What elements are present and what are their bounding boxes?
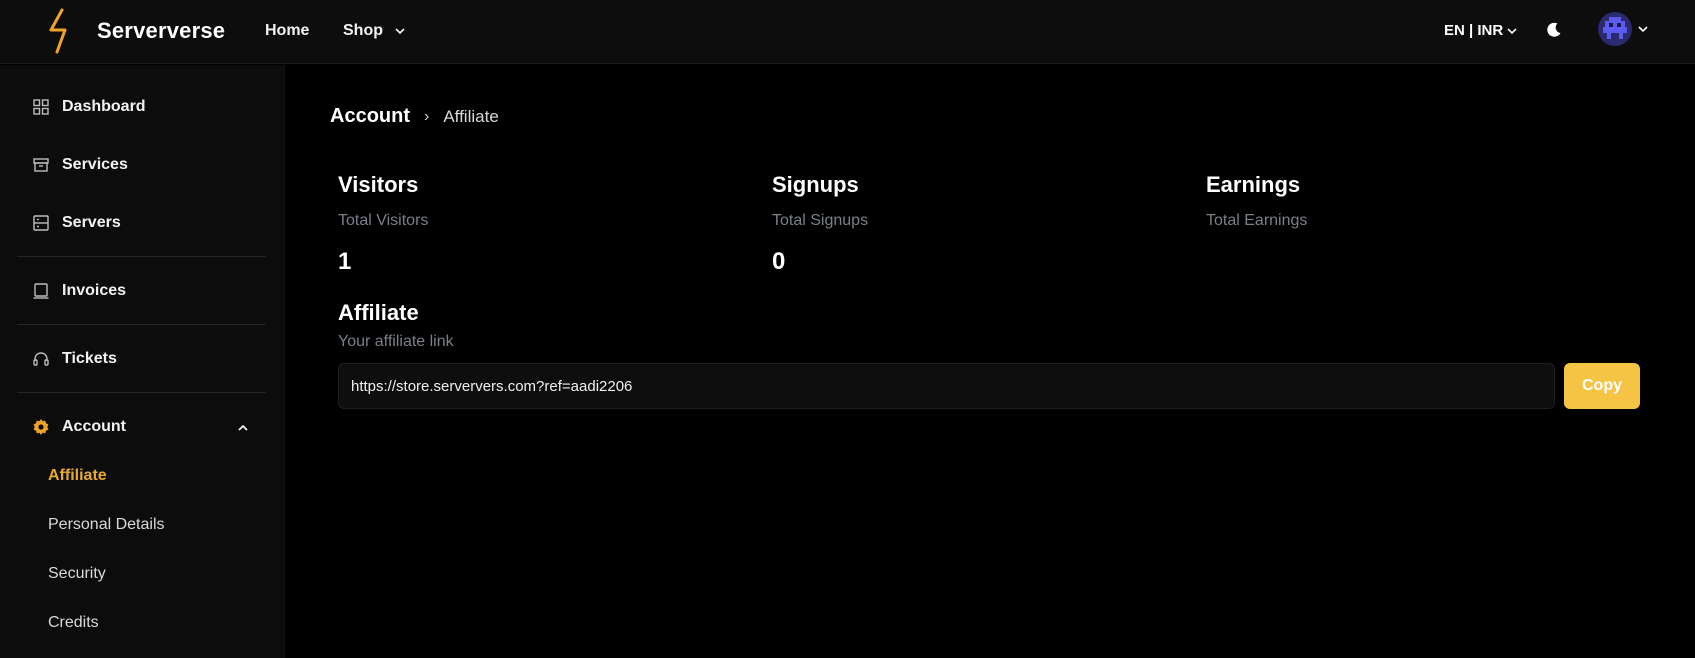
sidebar-divider [17,324,266,325]
pixel-avatar-icon [1603,17,1627,39]
invoice-icon [33,283,49,299]
sidebar-item-invoices[interactable]: Invoices [32,282,126,300]
stat-visitors: Visitors Total Visitors 1 [338,172,738,276]
gear-icon [33,419,49,435]
sidebar-item-label: Services [62,156,128,173]
sidebar: Dashboard Services Servers Invoices Tick… [0,65,285,658]
sidebar-item-label: Account [62,418,126,435]
copy-button[interactable]: Copy [1564,363,1640,409]
sidebar-item-tickets[interactable]: Tickets [32,350,117,368]
sidebar-divider [17,392,266,393]
nav-shop-label: Shop [343,22,383,39]
nav-home-link[interactable]: Home [265,22,309,40]
breadcrumb-account[interactable]: Account [330,105,410,128]
stat-signups: Signups Total Signups 0 [772,172,1172,276]
sidebar-subitem-personal-details[interactable]: Personal Details [48,516,165,534]
stat-subtitle: Total Visitors [338,212,429,229]
sidebar-subitem-affiliate[interactable]: Affiliate [48,467,107,485]
stat-title: Visitors [338,172,419,197]
chevron-up-icon[interactable] [237,422,249,434]
affiliate-title: Affiliate [338,300,419,325]
sidebar-item-account[interactable]: Account [32,418,126,436]
sidebar-item-services[interactable]: Services [32,156,128,174]
sidebar-item-label: Tickets [62,350,117,367]
sidebar-item-label: Dashboard [62,98,146,115]
stat-earnings: Earnings Total Earnings [1206,172,1606,276]
chevron-down-icon [395,28,405,35]
breadcrumb-current: Affiliate [443,106,499,126]
chevron-down-icon [1638,26,1648,33]
sidebar-item-label: Servers [62,214,121,231]
sidebar-subitem-credits[interactable]: Credits [48,614,99,632]
stat-title: Signups [772,172,859,197]
sidebar-item-label: Invoices [62,282,127,299]
box-icon [33,158,49,172]
sidebar-item-servers[interactable]: Servers [32,214,121,232]
chevron-down-icon [1507,27,1517,34]
brand-name[interactable]: Serververse [97,18,225,44]
headset-icon [33,352,49,366]
stat-value: 1 [338,248,352,275]
user-menu[interactable] [1598,12,1648,46]
stat-subtitle: Total Signups [772,212,869,229]
stat-value: 0 [772,248,786,275]
stat-value [1206,248,1606,276]
moon-icon[interactable] [1545,21,1563,39]
sidebar-subitem-security[interactable]: Security [48,565,106,583]
lightning-logo-icon[interactable] [44,8,78,54]
breadcrumb-separator: › [424,107,430,125]
stat-title: Earnings [1206,172,1301,197]
breadcrumb: Account › Affiliate [330,105,499,128]
server-icon [33,215,49,231]
locale-label: EN | INR [1444,22,1504,39]
nav-shop-dropdown[interactable]: Shop [343,22,405,40]
avatar [1598,12,1632,46]
affiliate-link-input[interactable] [338,363,1555,409]
top-navbar: Serververse Home Shop EN | INR [0,0,1695,64]
locale-currency-selector[interactable]: EN | INR [1444,22,1517,39]
affiliate-subtitle: Your affiliate link [338,333,454,350]
grid-icon [33,99,49,115]
stat-subtitle: Total Earnings [1206,212,1308,229]
sidebar-item-dashboard[interactable]: Dashboard [32,98,146,116]
sidebar-divider [17,256,266,257]
